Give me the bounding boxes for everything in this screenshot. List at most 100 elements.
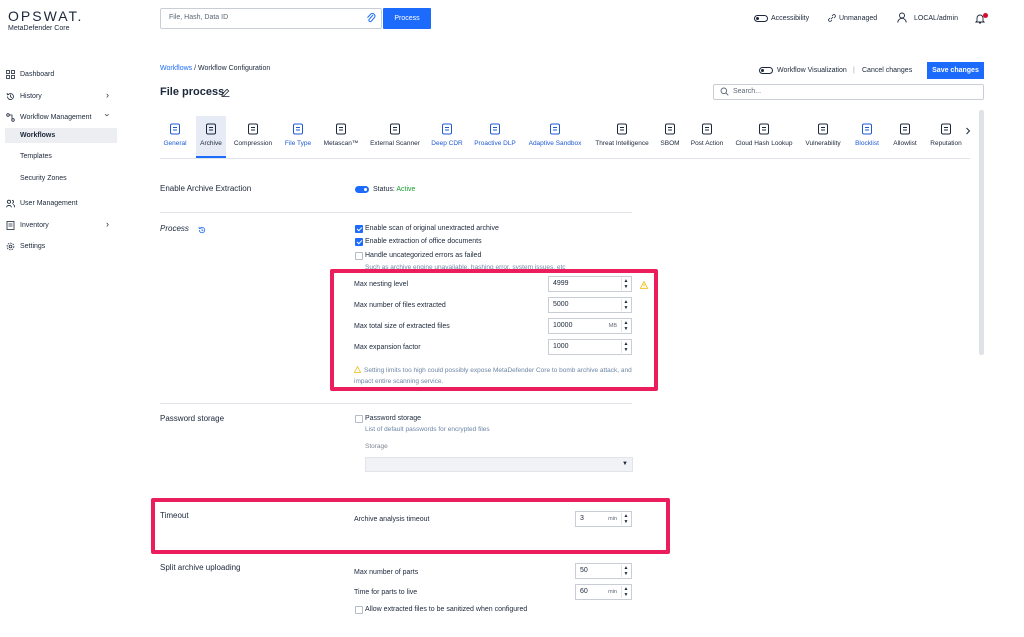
field-value: 4999 <box>553 280 569 287</box>
checkbox-label: Enable extraction of office documents <box>365 238 482 245</box>
archive-status: Status: Active <box>373 186 415 193</box>
max-nesting-label: Max nesting level <box>354 281 409 288</box>
chevron-right-icon[interactable] <box>964 126 972 136</box>
archive-extraction-toggle[interactable] <box>355 186 369 193</box>
edit-icon[interactable] <box>221 88 230 97</box>
password-storage-checkbox[interactable] <box>355 415 363 423</box>
stepper-icon[interactable]: ▲ ▼ <box>621 341 630 353</box>
user-menu[interactable]: LOCAL/admin <box>914 15 958 22</box>
warning-icon <box>640 281 648 289</box>
inventory-icon <box>6 220 15 230</box>
scrollbar[interactable] <box>979 110 984 355</box>
sidebar-item-history[interactable]: History <box>6 90 42 102</box>
stepper-icon[interactable]: ▲ ▼ <box>621 513 630 525</box>
archive-timeout-label: Archive analysis timeout <box>354 516 430 523</box>
storage-select[interactable]: ▼ <box>365 457 633 472</box>
field-value: 10000 <box>553 322 573 329</box>
sidebar-item-settings[interactable]: Settings <box>6 240 45 252</box>
paperclip-icon[interactable] <box>366 13 376 24</box>
sidebar-subitem-workflows[interactable]: Workflows <box>20 132 55 139</box>
sidebar-label: Inventory <box>20 221 49 229</box>
max-expansion-input[interactable]: 1000 ▲ ▼ <box>548 339 632 355</box>
bomb-warning-text: Setting limits too high could possibly e… <box>354 367 632 385</box>
cdr-icon <box>442 123 452 135</box>
chevron-right-icon[interactable]: › <box>106 90 109 100</box>
arrows-icon <box>390 123 400 135</box>
field-unit: min <box>608 516 617 522</box>
sidebar-label: Workflow Management <box>20 113 92 121</box>
chevron-down-icon: ▼ <box>622 461 628 467</box>
process-button[interactable]: Process <box>383 8 431 29</box>
breadcrumb-workflows-link[interactable]: Workflows <box>160 65 192 72</box>
chevron-down-icon[interactable]: › <box>103 114 113 117</box>
sidebar-subitem-security-zones[interactable]: Security Zones <box>20 175 67 182</box>
max-expansion-label: Max expansion factor <box>354 344 421 351</box>
opswat-logo[interactable]: OPSWAT. <box>8 8 83 24</box>
storage-label: Storage <box>365 443 388 450</box>
max-nesting-input[interactable]: 4999 ▲ ▼ <box>548 276 632 292</box>
section-divider <box>160 212 632 213</box>
password-storage-label: Password storage <box>160 414 225 423</box>
field-unit: min <box>608 589 617 595</box>
threat-icon <box>617 123 627 135</box>
save-changes-button[interactable]: Save changes <box>927 62 984 79</box>
reset-icon[interactable] <box>198 226 206 234</box>
sidebar-item-dashboard[interactable]: Dashboard <box>6 68 54 80</box>
stepper-icon[interactable]: ▲ ▼ <box>621 320 630 332</box>
chevron-right-icon[interactable]: › <box>106 219 109 229</box>
field-value: 1000 <box>553 343 569 350</box>
archive-timeout-input[interactable]: 3 min ▲ ▼ <box>575 511 632 527</box>
gear-icon <box>6 242 15 250</box>
tabs-divider <box>160 158 970 159</box>
sidebar-item-workflow-management[interactable]: Workflow Management <box>6 111 91 123</box>
status-prefix: Status: <box>373 186 395 193</box>
stepper-icon[interactable]: ▲ ▼ <box>621 278 630 290</box>
max-parts-input[interactable]: 50 ▲ ▼ <box>575 563 632 579</box>
global-search-input[interactable]: File, Hash, Data ID <box>160 8 382 29</box>
password-hint: List of default passwords for encrypted … <box>365 426 490 433</box>
workflow-visualization-toggle[interactable] <box>759 67 773 74</box>
sidebar-item-user-management[interactable]: User Management <box>6 197 78 209</box>
checkbox-label: Allow extracted files to be sanitized wh… <box>365 606 528 613</box>
config-search-input[interactable]: Search... <box>713 84 984 100</box>
tab-label: Metascan™ <box>323 140 359 147</box>
history-icon <box>6 92 14 100</box>
users-icon <box>6 199 15 207</box>
stepper-icon[interactable]: ▲ ▼ <box>621 586 630 598</box>
parts-ttl-input[interactable]: 60 min ▲ ▼ <box>575 584 632 600</box>
extract-office-docs-checkbox[interactable] <box>355 238 363 246</box>
product-name: MetaDefender Core <box>8 25 70 32</box>
allow-sanitize-checkbox[interactable] <box>355 606 363 614</box>
handle-uncategorized-errors-checkbox[interactable] <box>355 252 363 260</box>
accessibility-label: Accessibility <box>771 15 810 22</box>
unmanaged-label[interactable]: Unmanaged <box>839 15 877 22</box>
breadcrumb-current: Workflow Configuration <box>198 65 271 72</box>
tab-label: Reputation <box>930 140 962 147</box>
field-value: 60 <box>580 588 588 595</box>
sidebar-label: User Management <box>20 199 78 207</box>
max-parts-label: Max number of parts <box>354 569 419 576</box>
scan-original-archive-checkbox[interactable] <box>355 225 363 233</box>
field-unit: MB <box>608 323 617 329</box>
max-files-input[interactable]: 5000 ▲ ▼ <box>548 297 632 313</box>
sidebar-subitem-templates[interactable]: Templates <box>20 153 52 160</box>
stepper-icon[interactable]: ▲ ▼ <box>621 565 630 577</box>
sidebar-label: Dashboard <box>20 70 55 78</box>
enable-archive-label: Enable Archive Extraction <box>160 184 252 193</box>
tab-reputation[interactable]: Reputation <box>906 120 986 153</box>
sidebar-item-inventory[interactable]: Inventory <box>6 219 49 231</box>
dashboard-icon <box>6 69 15 79</box>
rep-icon <box>941 123 951 135</box>
notification-badge <box>983 13 988 18</box>
checkbox-label: Enable scan of original unextracted arch… <box>365 225 499 232</box>
parts-ttl-label: Time for parts to live <box>354 589 418 596</box>
tab-label: Adaptive Sandbox <box>528 140 582 147</box>
field-value: 3 <box>580 515 584 522</box>
page-title: File process <box>160 86 225 98</box>
checkbox-label: Password storage <box>365 415 422 422</box>
max-total-size-input[interactable]: 10000 MB ▲ ▼ <box>548 318 632 334</box>
accessibility-toggle[interactable] <box>754 15 768 22</box>
cancel-changes-button[interactable]: Cancel changes <box>862 67 912 74</box>
sandbox-icon <box>550 123 560 135</box>
stepper-icon[interactable]: ▲ ▼ <box>621 299 630 311</box>
